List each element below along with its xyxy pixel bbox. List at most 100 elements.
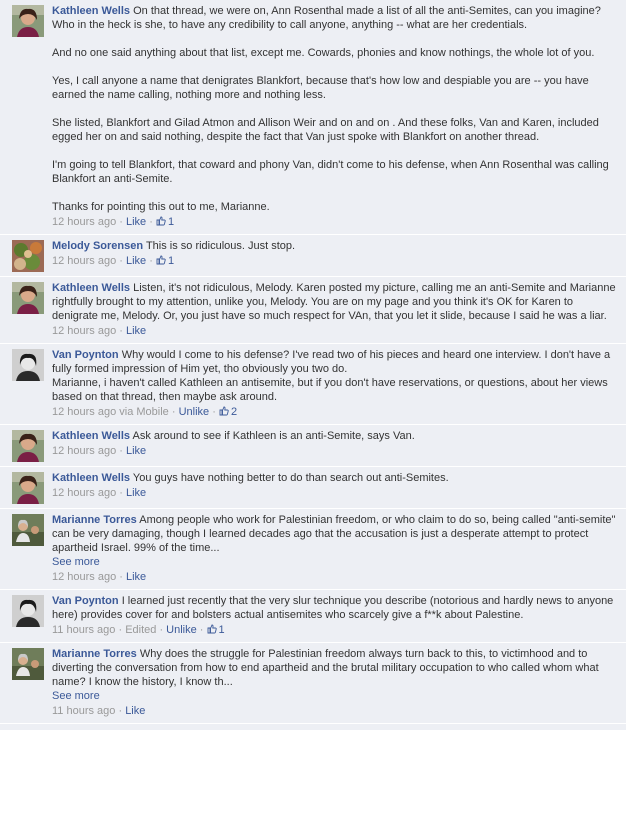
see-more-link[interactable]: See more — [52, 555, 620, 569]
comment-author[interactable]: Van Poynton — [52, 595, 119, 607]
like-count[interactable]: 1 — [156, 216, 174, 228]
avatar[interactable] — [12, 514, 44, 546]
separator: · — [116, 445, 126, 457]
comment-timestamp[interactable]: 12 hours ago — [52, 445, 116, 457]
comment-author[interactable]: Marianne Torres — [52, 514, 137, 526]
thumbs-up-icon — [156, 255, 166, 265]
separator: · — [116, 325, 126, 337]
comment-text: Listen, it's not ridiculous, Melody. Kar… — [52, 282, 619, 322]
thumbs-up-icon — [207, 624, 217, 634]
comment-content: Kathleen Wells Listen, it's not ridiculo… — [46, 281, 620, 338]
comment-author[interactable]: Marianne Torres — [52, 648, 137, 660]
avatar[interactable] — [12, 472, 44, 504]
comment-text: Why would I come to his defense? I've re… — [52, 349, 611, 403]
comment-item: Kathleen Wells On that thread, we were o… — [0, 0, 626, 235]
comment-timestamp[interactable]: 12 hours ago — [52, 571, 116, 583]
like-count[interactable]: 1 — [207, 624, 225, 636]
like-button[interactable]: Like — [126, 487, 146, 499]
like-button[interactable]: Like — [126, 571, 146, 583]
comment-feed: Kathleen Wells On that thread, we were o… — [0, 0, 626, 730]
separator: · — [209, 406, 219, 418]
comment-item: Van Poynton I learned just recently that… — [0, 590, 626, 643]
comment-timestamp[interactable]: 12 hours ago — [52, 325, 116, 337]
avatar[interactable] — [12, 648, 44, 680]
comment-via: via Mobile — [119, 406, 169, 418]
comment-meta: 12 hours ago · Like — [52, 324, 620, 338]
comment-text: Among people who work for Palestinian fr… — [52, 514, 619, 554]
comment-timestamp[interactable]: 12 hours ago — [52, 255, 116, 267]
comment-meta: 12 hours ago · Like — [52, 444, 620, 458]
comment-text: You guys have nothing better to do than … — [132, 472, 449, 484]
comment-content: Kathleen Wells On that thread, we were o… — [46, 4, 620, 229]
separator: · — [156, 624, 167, 636]
comment-content: Kathleen Wells You guys have nothing bet… — [46, 471, 620, 500]
comment-text: This is so ridiculous. Just stop. — [145, 240, 296, 252]
comment-timestamp[interactable]: 11 hours ago — [52, 624, 115, 636]
comment-text: Ask around to see if Kathleen is an anti… — [132, 430, 415, 442]
comment-item: Marianne Torres Among people who work fo… — [0, 509, 626, 590]
like-count[interactable]: 2 — [219, 406, 237, 418]
avatar[interactable] — [12, 349, 44, 381]
comment-author[interactable]: Kathleen Wells — [52, 5, 130, 17]
thumbs-up-icon — [156, 216, 166, 226]
comment-meta: 12 hours ago · Like — [52, 570, 620, 584]
comment-timestamp[interactable]: 12 hours ago — [52, 406, 116, 418]
comment-meta: 12 hours ago · Like · 1 — [52, 254, 620, 268]
separator: · — [196, 624, 207, 636]
separator: · — [146, 255, 156, 267]
comment-meta: 11 hours ago · Like — [52, 704, 620, 718]
separator: · — [115, 705, 126, 717]
thumbs-up-icon — [219, 406, 229, 416]
like-button[interactable]: Like — [125, 705, 145, 717]
comment-content: Marianne Torres Among people who work fo… — [46, 513, 620, 584]
comment-content: Melody Sorensen This is so ridiculous. J… — [46, 239, 620, 268]
comment-meta: 12 hours ago · Like · 1 — [52, 215, 620, 229]
comment-timestamp[interactable]: 12 hours ago — [52, 487, 116, 499]
avatar[interactable] — [12, 430, 44, 462]
like-button[interactable]: Like — [126, 255, 146, 267]
like-count-number: 1 — [218, 624, 225, 636]
comment-item: Marianne Torres Why does the struggle fo… — [0, 643, 626, 724]
separator: · — [168, 406, 179, 418]
avatar[interactable] — [12, 282, 44, 314]
comment-author[interactable]: Kathleen Wells — [52, 282, 130, 294]
comment-item: Kathleen Wells Ask around to see if Kath… — [0, 425, 626, 467]
comment-content: Marianne Torres Why does the struggle fo… — [46, 647, 620, 718]
comment-author[interactable]: Van Poynton — [52, 349, 119, 361]
like-count-number: 2 — [230, 406, 238, 418]
avatar[interactable] — [12, 240, 44, 272]
see-more-link[interactable]: See more — [52, 689, 620, 703]
like-button[interactable]: Like — [126, 325, 146, 337]
avatar[interactable] — [12, 5, 44, 37]
like-button[interactable]: Unlike — [179, 406, 210, 418]
separator: · — [115, 624, 126, 636]
comment-content: Van Poynton Why would I come to his defe… — [46, 348, 620, 419]
separator: · — [116, 216, 126, 228]
separator: · — [116, 487, 126, 499]
comment-meta: 11 hours ago · Edited · Unlike · 1 — [52, 623, 620, 637]
comment-meta: 12 hours ago via Mobile · Unlike · 2 — [52, 405, 620, 419]
comment-timestamp[interactable]: 12 hours ago — [52, 216, 116, 228]
comment-text: On that thread, we were on, Ann Rosentha… — [52, 5, 609, 213]
comment-content: Van Poynton I learned just recently that… — [46, 594, 620, 637]
like-button[interactable]: Like — [126, 445, 146, 457]
like-count-number: 1 — [167, 216, 175, 228]
comment-author[interactable]: Melody Sorensen — [52, 240, 143, 252]
like-button[interactable]: Like — [126, 216, 146, 228]
comment-meta: 12 hours ago · Like — [52, 486, 620, 500]
comment-author[interactable]: Kathleen Wells — [52, 430, 130, 442]
comment-timestamp[interactable]: 11 hours ago — [52, 705, 115, 717]
like-count[interactable]: 1 — [156, 255, 174, 267]
like-button[interactable]: Unlike — [166, 624, 197, 636]
feed-footer — [0, 724, 626, 730]
comment-edited[interactable]: Edited — [125, 624, 156, 636]
avatar[interactable] — [12, 595, 44, 627]
separator: · — [116, 255, 126, 267]
comment-author[interactable]: Kathleen Wells — [52, 472, 130, 484]
comment-item: Kathleen Wells You guys have nothing bet… — [0, 467, 626, 509]
comment-content: Kathleen Wells Ask around to see if Kath… — [46, 429, 620, 458]
comment-item: Kathleen Wells Listen, it's not ridiculo… — [0, 277, 626, 344]
like-count-number: 1 — [167, 255, 175, 267]
comment-item: Melody Sorensen This is so ridiculous. J… — [0, 235, 626, 277]
comment-text: I learned just recently that the very sl… — [52, 595, 617, 621]
